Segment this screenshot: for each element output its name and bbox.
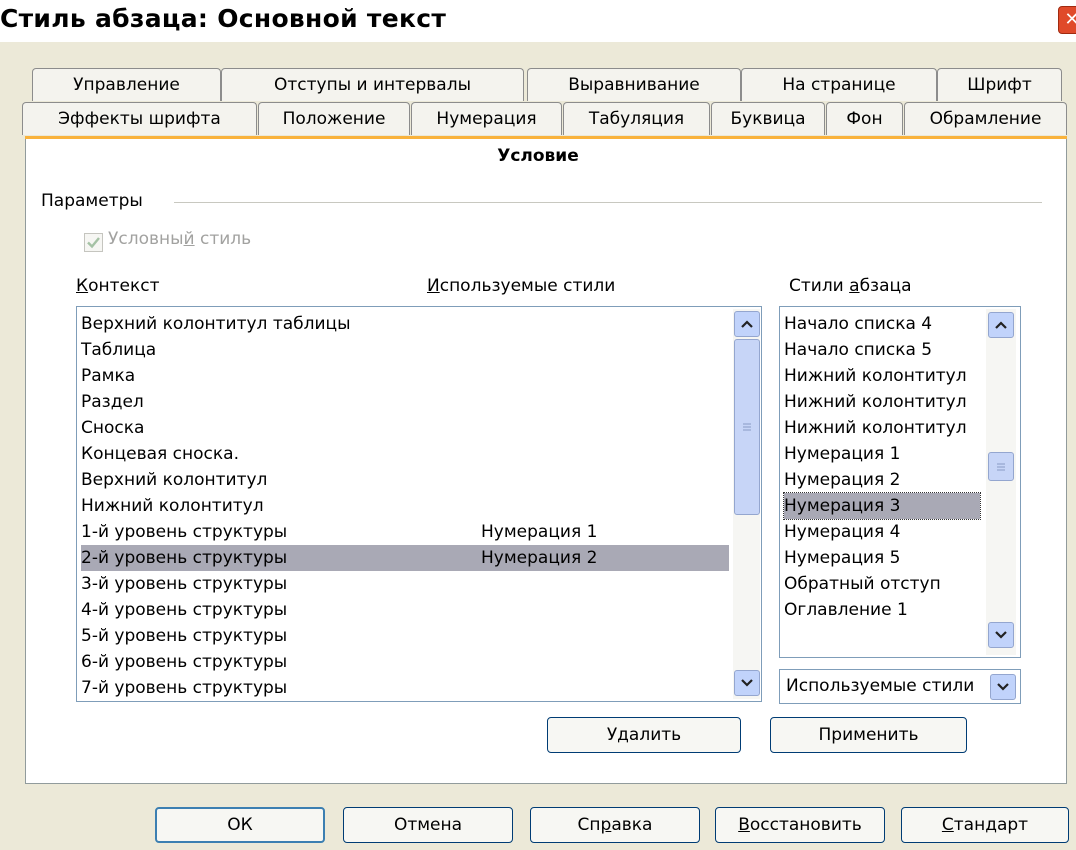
- tab-font[interactable]: Шрифт: [937, 68, 1062, 101]
- scroll-thumb[interactable]: [988, 452, 1014, 481]
- check-icon: [87, 237, 100, 249]
- context-row[interactable]: 3-й уровень структуры: [81, 571, 729, 597]
- context-row[interactable]: Таблица: [81, 337, 729, 363]
- context-scrollbar[interactable]: [733, 309, 760, 699]
- options-group-label: Параметры: [41, 191, 143, 211]
- tab-condition[interactable]: Условие: [0, 146, 1076, 166]
- paragraph-style-item[interactable]: Нумерация 5: [784, 545, 984, 571]
- context-row[interactable]: 6-й уровень структуры: [81, 649, 729, 675]
- context-row[interactable]: Верхний колонтитул таблицы: [81, 311, 729, 337]
- paragraph-style-dialog: Стиль абзаца: Основной текст ✕ Управлени…: [0, 0, 1076, 850]
- tab-position[interactable]: Положение: [258, 102, 410, 135]
- paragraph-style-item[interactable]: Оглавление 1: [784, 597, 984, 623]
- tab-borders[interactable]: Обрамление: [904, 102, 1067, 135]
- tab-font-effects[interactable]: Эффекты шрифта: [22, 102, 257, 135]
- options-separator: [174, 202, 1042, 203]
- style-filter-dropdown[interactable]: Используемые стили: [779, 669, 1021, 704]
- paragraph-style-item-selected[interactable]: Нумерация 3: [783, 492, 981, 520]
- paragraph-style-item[interactable]: Начало списка 4: [784, 311, 984, 337]
- conditional-style-checkbox[interactable]: [84, 233, 103, 252]
- context-row[interactable]: 1-й уровень структуры Нумерация 1: [81, 519, 729, 545]
- standard-button[interactable]: Стандарт: [901, 807, 1069, 843]
- ok-button[interactable]: ОК: [155, 807, 325, 843]
- dialog-title: Стиль абзаца: Основной текст: [0, 4, 447, 33]
- paragraph-style-item[interactable]: Нижний колонтитул: [784, 415, 984, 441]
- chevron-down-icon[interactable]: [990, 674, 1016, 700]
- context-row[interactable]: 5-й уровень структуры: [81, 623, 729, 649]
- context-row[interactable]: Рамка: [81, 363, 729, 389]
- scroll-down-icon[interactable]: [734, 670, 760, 696]
- context-column-header: Контекст: [76, 276, 160, 296]
- paragraph-style-item[interactable]: Нижний колонтитул: [784, 389, 984, 415]
- cancel-button[interactable]: Отмена: [343, 807, 513, 843]
- tab-background[interactable]: Фон: [826, 102, 903, 135]
- used-styles-column-header: Используемые стили: [427, 276, 616, 296]
- scroll-thumb[interactable]: [734, 339, 760, 515]
- help-button[interactable]: Справка: [530, 807, 700, 843]
- paragraph-style-item[interactable]: Нумерация 2: [784, 467, 984, 493]
- conditional-style-label: Условный стиль: [108, 229, 252, 249]
- context-list[interactable]: Верхний колонтитул таблицы Таблица Рамка…: [76, 306, 762, 702]
- context-row[interactable]: Верхний колонтитул: [81, 467, 729, 493]
- context-row[interactable]: 4-й уровень структуры: [81, 597, 729, 623]
- paragraph-style-item[interactable]: Нижний колонтитул: [784, 363, 984, 389]
- paragraph-styles-list[interactable]: Начало списка 4 Начало списка 5 Нижний к…: [779, 306, 1021, 658]
- close-icon[interactable]: ✕: [1058, 6, 1076, 34]
- tab-indents-spacing[interactable]: Отступы и интервалы: [221, 68, 524, 101]
- tab-tabs[interactable]: Табуляция: [563, 102, 710, 135]
- style-filter-value: Используемые стили: [786, 676, 975, 696]
- tab-numbering[interactable]: Нумерация: [411, 102, 562, 135]
- paragraph-style-item[interactable]: Начало списка 5: [784, 337, 984, 363]
- tab-management[interactable]: Управление: [32, 68, 221, 101]
- paragraph-style-item[interactable]: Нумерация 4: [784, 519, 984, 545]
- paragraph-styles-header: Стили абзаца: [789, 276, 912, 296]
- paragraph-styles-scrollbar[interactable]: [986, 309, 1016, 655]
- context-row[interactable]: Нижний колонтитул: [81, 493, 729, 519]
- context-row[interactable]: 7-й уровень структуры: [81, 675, 729, 701]
- scroll-up-icon[interactable]: [988, 312, 1014, 338]
- remove-button[interactable]: Удалить: [547, 717, 741, 753]
- context-row[interactable]: Концевая сноска.: [81, 441, 729, 467]
- paragraph-style-item[interactable]: Обратный отступ: [784, 571, 984, 597]
- tab-text-flow[interactable]: На странице: [741, 68, 937, 101]
- tab-alignment[interactable]: Выравнивание: [527, 68, 741, 101]
- paragraph-style-item[interactable]: Нумерация 1: [784, 441, 984, 467]
- context-row[interactable]: Раздел: [81, 389, 729, 415]
- scroll-up-icon[interactable]: [734, 311, 760, 337]
- context-row[interactable]: Сноска: [81, 415, 729, 441]
- context-row-selected[interactable]: 2-й уровень структуры Нумерация 2: [81, 545, 729, 571]
- reset-button[interactable]: Восстановить: [715, 807, 885, 843]
- active-tab-accent: [25, 136, 1067, 139]
- apply-button[interactable]: Применить: [770, 717, 967, 753]
- tab-drop-caps[interactable]: Буквица: [711, 102, 825, 135]
- title-bar: Стиль абзаца: Основной текст ✕: [0, 0, 1076, 42]
- scroll-down-icon[interactable]: [988, 622, 1014, 648]
